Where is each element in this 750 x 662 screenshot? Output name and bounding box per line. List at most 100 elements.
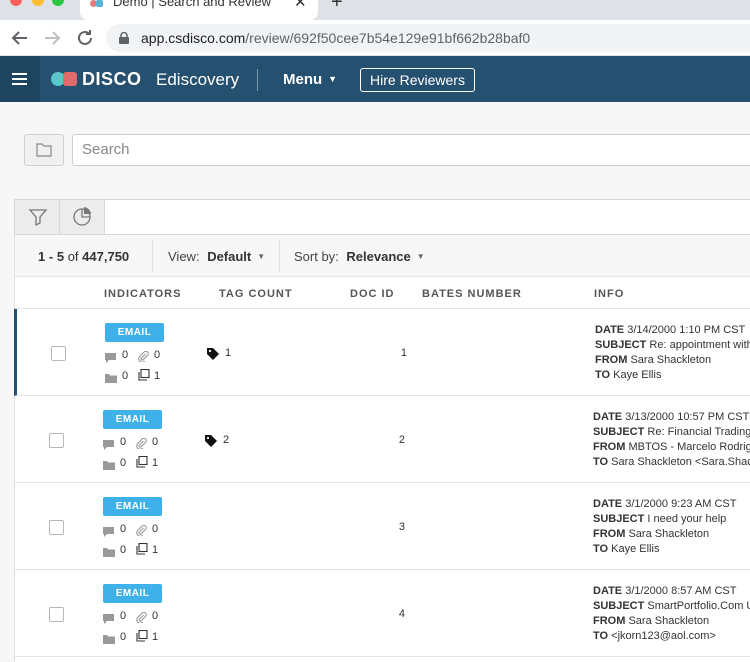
comment-icon <box>103 437 114 455</box>
info-to-label: TO <box>593 456 609 468</box>
url-text: app.csdisco.com/review/692f50cee7b54e129… <box>141 30 530 46</box>
filter-button[interactable] <box>15 200 60 234</box>
chart-button[interactable] <box>60 200 105 234</box>
folder-count: 0 <box>120 631 127 643</box>
forward-arrow-icon[interactable] <box>40 26 64 50</box>
row-checkbox[interactable] <box>49 433 64 448</box>
col-bates-number[interactable]: BATES NUMBER <box>422 288 522 300</box>
divider <box>279 241 280 271</box>
divider <box>152 241 153 271</box>
tag-icon <box>207 347 219 365</box>
info-to: <jkorn123@aol.com> <box>611 630 716 642</box>
browser-tab[interactable]: Demo | Search and Review ✕ <box>80 0 318 20</box>
view-dropdown[interactable]: View: Default ▼ <box>168 249 265 264</box>
browser-tab-bar: Demo | Search and Review ✕ + <box>0 0 750 20</box>
menu-dropdown-button[interactable]: Menu ▼ <box>283 71 337 88</box>
caret-down-icon: ▼ <box>416 252 425 261</box>
info-date-label: DATE <box>595 324 625 336</box>
info-to-label: TO <box>593 630 609 642</box>
col-tag-count[interactable]: TAG COUNT <box>219 288 293 300</box>
info-block: DATE 3/14/2000 1:10 PM CST SUBJECT Re: ap… <box>595 323 750 383</box>
comment-icon <box>105 350 116 368</box>
email-badge: EMAIL <box>105 323 164 342</box>
table-row[interactable]: EMAIL 0 0 0 1 3 DATE 3/1/2000 9:23 AM CST SUBJE… <box>15 483 750 570</box>
close-window-button[interactable] <box>10 0 22 6</box>
search-input[interactable]: Search <box>72 134 750 166</box>
folder-icon <box>103 457 115 475</box>
header-divider <box>257 69 258 91</box>
pie-chart-icon <box>73 207 91 226</box>
doc-id: 3 <box>398 521 405 533</box>
comment-icon <box>103 611 114 629</box>
table-row[interactable]: EMAIL 0 0 0 1 1 1 DATE 3/14/2000 1:10 PM CST SUB… <box>14 309 750 396</box>
table-row[interactable]: EMAIL 0 0 0 1 4 DATE 3/1/2000 8:57 AM CST SUBJE… <box>15 570 750 657</box>
results-toolbar <box>14 199 750 235</box>
reload-icon[interactable] <box>73 26 97 50</box>
info-from-label: FROM <box>593 528 626 540</box>
hire-reviewers-button[interactable]: Hire Reviewers <box>360 68 475 92</box>
info-date-label: DATE <box>593 498 623 510</box>
folder-count: 0 <box>120 457 127 469</box>
info-to: Kaye Ellis <box>611 543 660 555</box>
info-from: Sara Shackleton <box>628 528 710 540</box>
col-doc-id[interactable]: DOC ID <box>350 288 395 300</box>
hamburger-menu-icon[interactable] <box>0 56 40 102</box>
info-subject-label: SUBJECT <box>595 339 647 351</box>
info-from-label: FROM <box>595 354 628 366</box>
tag-icon <box>205 434 217 452</box>
disco-favicon-icon <box>90 0 104 8</box>
info-subject: Re: appointment with <box>649 339 750 351</box>
copies-icon <box>136 629 148 647</box>
info-subject: Re: Financial Trading <box>647 426 750 438</box>
url-path: /review/692f50cee7b54e129e91bf662b28baf0 <box>245 30 531 46</box>
info-date: 3/13/2000 10:57 PM CST <box>625 411 750 423</box>
doc-id: 1 <box>400 347 407 359</box>
info-block: DATE 3/1/2000 9:23 AM CST SUBJECT I need … <box>593 497 750 557</box>
info-block: DATE 3/13/2000 10:57 PM CST SUBJECT Re: F… <box>593 410 750 470</box>
folder-button[interactable] <box>24 134 64 166</box>
maximize-window-button[interactable] <box>52 0 64 6</box>
info-subject: I need your help <box>647 513 727 525</box>
new-tab-icon[interactable]: + <box>331 0 343 14</box>
info-date: 3/1/2000 9:23 AM CST <box>625 498 737 510</box>
url-field[interactable]: app.csdisco.com/review/692f50cee7b54e129… <box>106 24 750 52</box>
copies-count: 1 <box>152 457 159 469</box>
tab-close-icon[interactable]: ✕ <box>294 0 307 11</box>
folder-icon <box>105 370 117 388</box>
caret-down-icon: ▼ <box>257 252 266 261</box>
folder-icon <box>103 631 115 649</box>
info-to: Kaye Ellis <box>613 369 662 381</box>
copies-count: 1 <box>152 631 159 643</box>
attachment-icon <box>136 436 147 454</box>
folder-count: 0 <box>120 544 127 556</box>
folder-icon <box>103 544 115 562</box>
info-subject-label: SUBJECT <box>593 426 645 438</box>
email-badge: EMAIL <box>103 584 162 603</box>
result-count: 1 - 5 of 447,750 <box>38 249 130 264</box>
attachment-count: 0 <box>154 349 161 361</box>
col-indicators[interactable]: INDICATORS <box>104 288 181 300</box>
minimize-window-button[interactable] <box>32 0 44 6</box>
copies-count: 1 <box>154 370 161 382</box>
back-arrow-icon[interactable] <box>8 26 32 50</box>
logo-text: DISCO <box>82 69 142 89</box>
address-bar: app.csdisco.com/review/692f50cee7b54e129… <box>0 20 750 56</box>
info-to-label: TO <box>593 543 609 555</box>
comment-count: 0 <box>122 349 129 361</box>
comment-count: 0 <box>120 436 127 448</box>
copies-icon <box>136 542 148 560</box>
copies-count: 1 <box>152 544 159 556</box>
info-from: Sara Shackleton <box>628 615 710 627</box>
logo-subtitle: Ediscovery <box>156 70 240 89</box>
info-block: DATE 3/1/2000 8:57 AM CST SUBJECT SmartPo… <box>593 584 750 644</box>
row-checkbox[interactable] <box>49 607 64 622</box>
folder-icon <box>36 143 52 157</box>
sort-dropdown[interactable]: Sort by: Relevance ▼ <box>294 249 425 264</box>
main-content: Search 1 - 5 of 447,750 View: Default ▼ S… <box>0 102 750 662</box>
col-info[interactable]: INFO <box>594 288 624 300</box>
row-checkbox[interactable] <box>49 520 64 535</box>
table-row[interactable]: EMAIL 0 0 0 1 2 2 DATE 3/13/2000 10:57 PM CST SU… <box>15 396 750 483</box>
row-checkbox[interactable] <box>51 346 66 361</box>
info-subject-label: SUBJECT <box>593 600 645 612</box>
tag-count: 2 <box>223 434 230 446</box>
